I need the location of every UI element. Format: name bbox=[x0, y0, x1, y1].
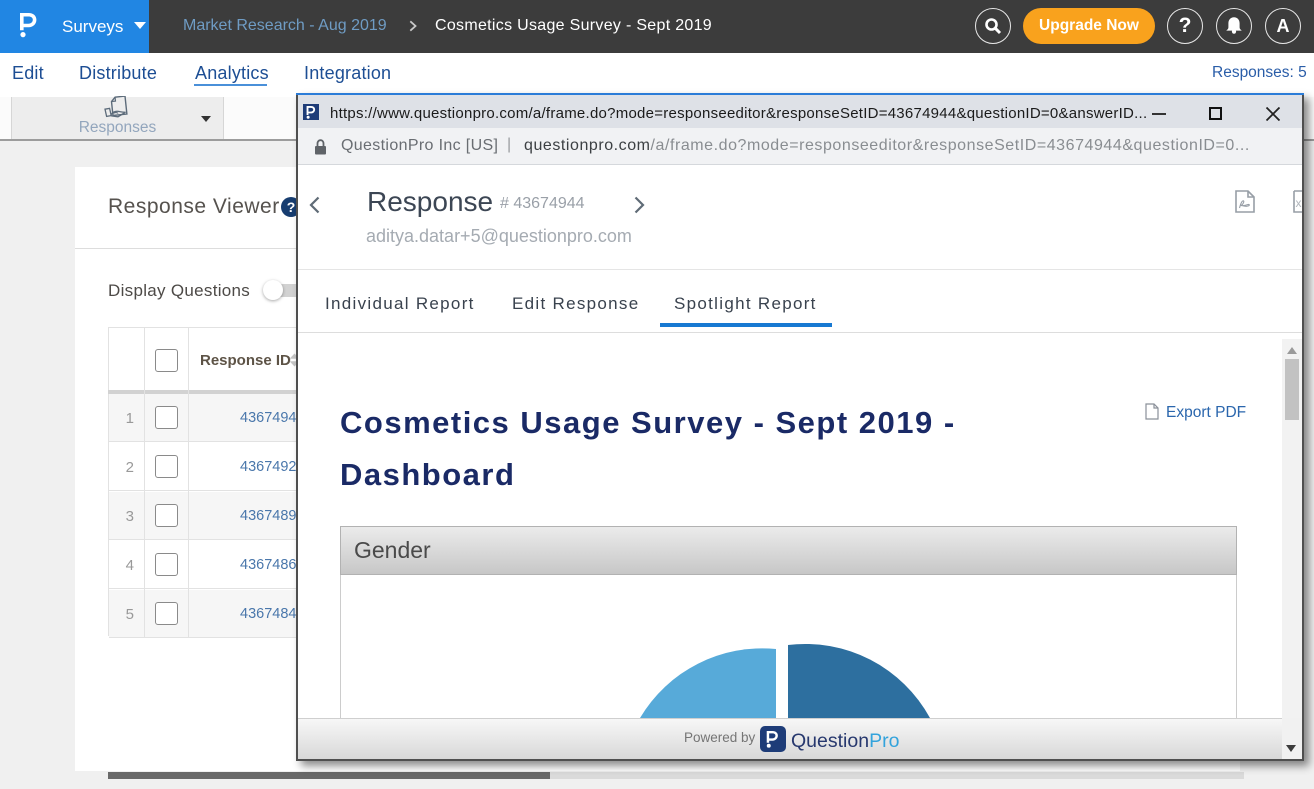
svg-text:x: x bbox=[1296, 196, 1302, 210]
